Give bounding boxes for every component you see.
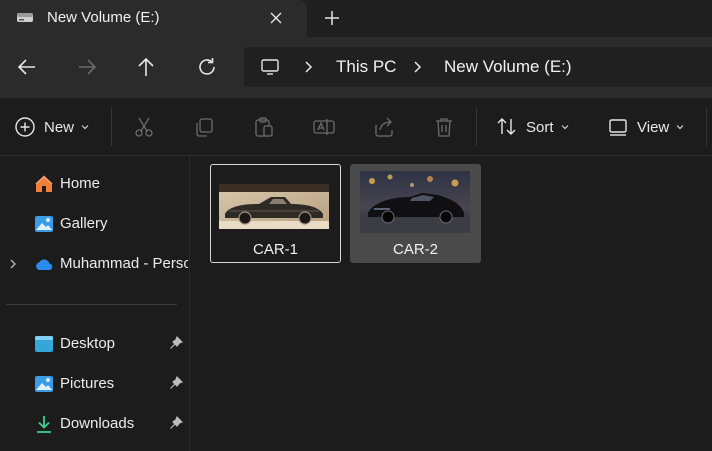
gallery-icon [35,216,53,232]
toolbar-divider [706,108,707,146]
file-name: CAR-2 [392,241,438,258]
sidebar-item-label: Desktop [60,335,116,352]
this-pc-icon [261,59,279,75]
paste-icon[interactable] [252,115,276,139]
toolbar-divider [111,108,112,146]
view-icon [609,119,627,136]
sidebar-divider [6,304,177,305]
sidebar-item-downloads[interactable]: Downloads [0,406,188,442]
sidebar-item-gallery[interactable]: Gallery [0,206,188,242]
chevron-down-icon [676,125,684,130]
sort-icon [497,118,516,135]
add-tab-icon[interactable] [321,7,343,29]
chevron-right-icon[interactable] [8,258,18,270]
chevron-right-icon[interactable] [411,59,425,75]
chevron-down-icon [561,125,568,130]
command-bar: New Sort View [0,97,712,156]
drive-icon [17,13,33,22]
sort-label: Sort [526,118,554,136]
file-item-car-1[interactable]: CAR-1 [210,164,341,263]
new-button[interactable]: New [14,115,90,139]
cut-icon[interactable] [132,115,156,139]
sidebar-item-pictures[interactable]: Pictures [0,366,188,402]
chevron-down-icon [81,125,89,130]
new-label: New [44,118,75,136]
pin-icon[interactable] [169,336,183,350]
plus-circle-icon [15,117,35,137]
toolbar-divider [476,108,477,146]
pin-icon[interactable] [169,376,183,390]
file-list: CAR-1 CAR-2 [191,156,712,451]
chevron-right-icon[interactable] [302,59,316,75]
home-icon [35,175,53,192]
image-thumbnail [219,184,329,229]
back-arrow-icon[interactable] [15,55,39,79]
pin-icon[interactable] [169,416,183,430]
refresh-icon[interactable] [195,55,219,79]
address-bar[interactable]: This PC New Volume (E:) [244,47,712,87]
share-icon[interactable] [372,115,396,139]
sidebar-item-label: Gallery [60,215,108,232]
tab-title: New Volume (E:) [47,9,160,26]
file-name: CAR-1 [252,241,298,258]
close-icon[interactable] [266,8,286,28]
forward-arrow-icon[interactable] [75,55,99,79]
view-button[interactable]: View [607,115,685,139]
breadcrumb-this-pc[interactable]: This PC [336,57,396,77]
view-label: View [637,118,670,136]
sidebar-item-label: Pictures [60,375,115,392]
sort-button[interactable]: Sort [496,115,570,139]
navigation-bar: This PC New Volume (E:) [0,37,712,97]
tab-new-volume[interactable]: New Volume (E:) [0,0,307,37]
breadcrumb-new-volume[interactable]: New Volume (E:) [444,57,572,77]
delete-icon[interactable] [432,115,456,139]
sidebar-item-onedrive[interactable]: Muhammad - Perso [0,246,188,282]
sidebar-item-label: Home [60,175,101,192]
sidebar-item-home[interactable]: Home [0,166,188,202]
desktop-icon [35,336,53,352]
navigation-pane: Home Gallery Muhammad - Perso Desktop Pi… [0,156,190,451]
up-arrow-icon[interactable] [134,55,158,79]
image-thumbnail [360,171,470,233]
sidebar-item-desktop[interactable]: Desktop [0,326,188,362]
pictures-icon [35,376,53,392]
sidebar-item-label: Muhammad - Perso [60,255,188,272]
rename-icon[interactable] [312,115,336,139]
file-item-car-2[interactable]: CAR-2 [350,164,481,263]
onedrive-icon [36,259,53,270]
tab-strip: New Volume (E:) [0,0,712,37]
sidebar-item-label: Downloads [60,415,135,432]
downloads-icon [37,416,51,433]
copy-icon[interactable] [192,115,216,139]
